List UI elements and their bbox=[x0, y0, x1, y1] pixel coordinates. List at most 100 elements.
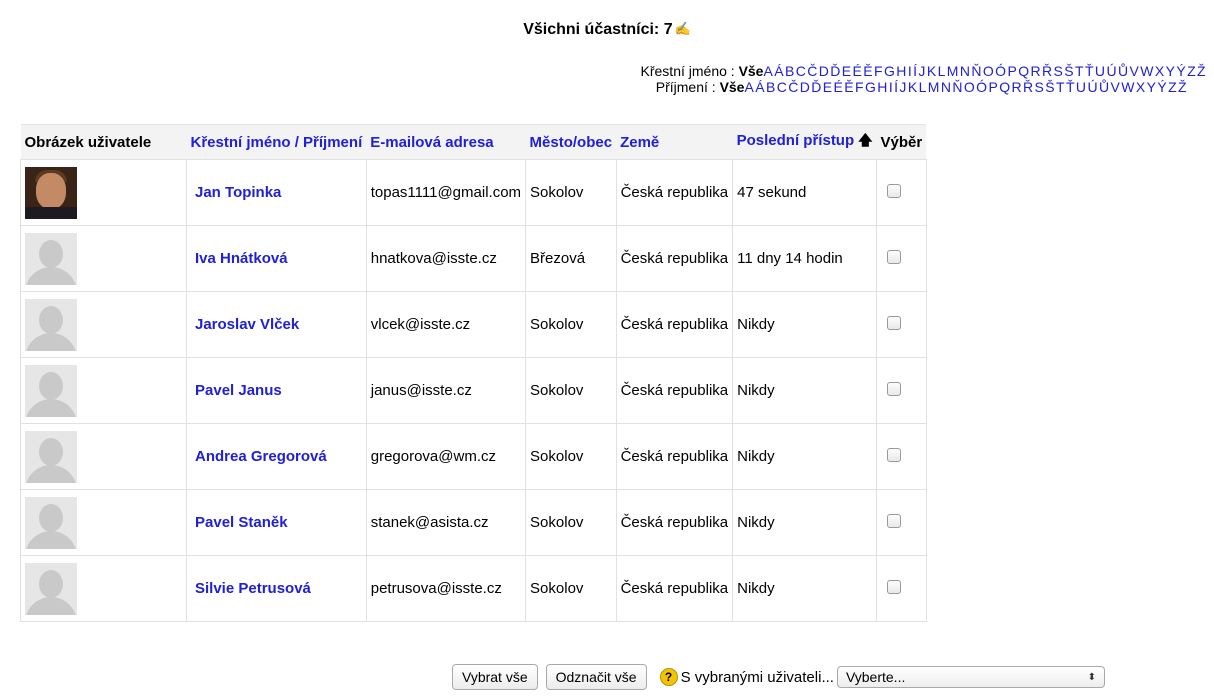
first-initial-letter[interactable]: R bbox=[1030, 63, 1042, 79]
last-initial-letter[interactable]: H bbox=[877, 79, 889, 95]
last-initial-letter[interactable]: F bbox=[855, 79, 865, 95]
last-initial-letter[interactable]: Ú bbox=[1087, 79, 1099, 95]
last-initial-letter[interactable]: N bbox=[941, 79, 953, 95]
sort-city[interactable]: Město/obec bbox=[525, 124, 617, 160]
last-initial-letter[interactable]: É bbox=[834, 79, 845, 95]
sort-country[interactable]: Země bbox=[616, 124, 733, 160]
first-initial-letter[interactable]: É bbox=[853, 63, 864, 79]
last-initial-letter[interactable]: D bbox=[800, 79, 812, 95]
last-initial-letter[interactable]: Ž bbox=[1178, 79, 1188, 95]
last-initial-letter[interactable]: Ň bbox=[952, 79, 964, 95]
row-select-checkbox[interactable] bbox=[887, 447, 902, 462]
last-initial-letter[interactable]: Ě bbox=[844, 79, 855, 95]
last-initial-letter[interactable]: Ť bbox=[1066, 79, 1076, 95]
first-initial-letter[interactable]: H bbox=[896, 63, 908, 79]
last-initial-letter[interactable]: Ř bbox=[1023, 79, 1035, 95]
first-initial-letter[interactable]: X bbox=[1155, 63, 1166, 79]
last-initial-letter[interactable]: V bbox=[1110, 79, 1121, 95]
first-initial-letter[interactable]: M bbox=[947, 63, 960, 79]
last-initial-letter[interactable]: C bbox=[777, 79, 789, 95]
first-initial-letter[interactable]: A bbox=[763, 63, 774, 79]
first-initial-letter[interactable]: S bbox=[1054, 63, 1065, 79]
first-initial-letter[interactable]: O bbox=[983, 63, 995, 79]
first-initial-letter[interactable]: Č bbox=[807, 63, 819, 79]
with-selected-dropdown[interactable]: Vyberte... ⬍ bbox=[836, 666, 1105, 688]
last-initial-letter[interactable]: U bbox=[1076, 79, 1088, 95]
last-initial-letter[interactable]: Ů bbox=[1099, 79, 1111, 95]
user-name-link[interactable]: Pavel Staněk bbox=[186, 489, 367, 556]
last-initial-letter[interactable]: Ý bbox=[1157, 79, 1168, 95]
first-initial-letter[interactable]: F bbox=[874, 63, 884, 79]
last-initial-letter[interactable]: A bbox=[744, 79, 755, 95]
user-name-link[interactable]: Jan Topinka bbox=[186, 159, 367, 226]
first-initial-letter[interactable]: J bbox=[918, 63, 926, 79]
first-initial-letter[interactable]: Q bbox=[1018, 63, 1030, 79]
first-initial-letter[interactable]: Z bbox=[1187, 63, 1197, 79]
first-initial-letter[interactable]: Y bbox=[1166, 63, 1177, 79]
sort-first-name[interactable]: Křestní jméno bbox=[191, 134, 291, 151]
user-name-link[interactable]: Iva Hnátková bbox=[186, 225, 367, 292]
edit-icon[interactable]: ✍ bbox=[675, 21, 691, 36]
last-initial-letter[interactable]: S bbox=[1035, 79, 1046, 95]
first-initial-letter[interactable]: U bbox=[1095, 63, 1107, 79]
first-initial-letter[interactable]: Ď bbox=[830, 63, 842, 79]
first-initial-letter[interactable]: C bbox=[796, 63, 808, 79]
user-name-link[interactable]: Pavel Janus bbox=[186, 357, 367, 424]
default-avatar-icon[interactable] bbox=[25, 562, 77, 615]
last-initial-letter[interactable]: W bbox=[1121, 79, 1136, 95]
last-initial-letter[interactable]: M bbox=[928, 79, 941, 95]
last-initial-letter[interactable]: Q bbox=[999, 79, 1011, 95]
last-initial-letter[interactable]: Ó bbox=[976, 79, 988, 95]
sort-last-name[interactable]: Příjmení bbox=[303, 134, 362, 151]
row-select-checkbox[interactable] bbox=[887, 579, 902, 594]
last-initial-letter[interactable]: L bbox=[919, 79, 928, 95]
first-name-all[interactable]: Vše bbox=[739, 63, 764, 79]
row-select-checkbox[interactable] bbox=[887, 249, 902, 264]
user-name-link[interactable]: Silvie Petrusová bbox=[186, 555, 367, 622]
user-name-link[interactable]: Jaroslav Vlček bbox=[186, 291, 367, 358]
first-initial-letter[interactable]: Ú bbox=[1106, 63, 1118, 79]
first-initial-letter[interactable]: Á bbox=[774, 63, 785, 79]
row-select-checkbox[interactable] bbox=[887, 513, 902, 528]
first-initial-letter[interactable]: Ó bbox=[995, 63, 1007, 79]
first-initial-letter[interactable]: W bbox=[1140, 63, 1155, 79]
first-initial-letter[interactable]: G bbox=[884, 63, 896, 79]
select-all-button[interactable]: Vybrat vše bbox=[452, 664, 538, 690]
last-initial-letter[interactable]: Z bbox=[1168, 79, 1178, 95]
last-initial-letter[interactable]: J bbox=[899, 79, 907, 95]
last-initial-letter[interactable]: Á bbox=[755, 79, 766, 95]
first-initial-letter[interactable]: Ť bbox=[1085, 63, 1095, 79]
last-initial-letter[interactable]: P bbox=[988, 79, 999, 95]
first-initial-letter[interactable]: K bbox=[927, 63, 938, 79]
first-initial-letter[interactable]: V bbox=[1129, 63, 1140, 79]
first-initial-letter[interactable]: P bbox=[1007, 63, 1018, 79]
row-select-checkbox[interactable] bbox=[887, 183, 902, 198]
first-initial-letter[interactable]: Ý bbox=[1176, 63, 1187, 79]
last-initial-letter[interactable]: Š bbox=[1045, 79, 1056, 95]
row-select-checkbox[interactable] bbox=[887, 315, 902, 330]
last-initial-letter[interactable]: Č bbox=[788, 79, 800, 95]
last-initial-letter[interactable]: Y bbox=[1147, 79, 1158, 95]
first-initial-letter[interactable]: Ň bbox=[971, 63, 983, 79]
first-initial-letter[interactable]: D bbox=[819, 63, 831, 79]
last-initial-letter[interactable]: E bbox=[823, 79, 834, 95]
first-initial-letter[interactable]: L bbox=[938, 63, 947, 79]
last-initial-letter[interactable]: T bbox=[1056, 79, 1066, 95]
first-initial-letter[interactable]: Ž bbox=[1197, 63, 1207, 79]
last-initial-letter[interactable]: Ď bbox=[811, 79, 823, 95]
first-initial-letter[interactable]: N bbox=[960, 63, 972, 79]
last-initial-letter[interactable]: O bbox=[964, 79, 976, 95]
last-initial-letter[interactable]: X bbox=[1136, 79, 1147, 95]
default-avatar-icon[interactable] bbox=[25, 298, 77, 351]
sort-email[interactable]: E-mailová adresa bbox=[366, 124, 526, 160]
last-initial-letter[interactable]: K bbox=[908, 79, 919, 95]
first-initial-letter[interactable]: B bbox=[785, 63, 796, 79]
deselect-all-button[interactable]: Odznačit vše bbox=[545, 664, 647, 690]
default-avatar-icon[interactable] bbox=[25, 430, 77, 483]
sort-last-access[interactable]: Poslední přístup bbox=[737, 132, 855, 149]
last-initial-letter[interactable]: R bbox=[1011, 79, 1023, 95]
last-name-all[interactable]: Vše bbox=[720, 79, 745, 95]
last-initial-letter[interactable]: G bbox=[865, 79, 877, 95]
last-initial-letter[interactable]: B bbox=[766, 79, 777, 95]
first-initial-letter[interactable]: Ě bbox=[863, 63, 874, 79]
